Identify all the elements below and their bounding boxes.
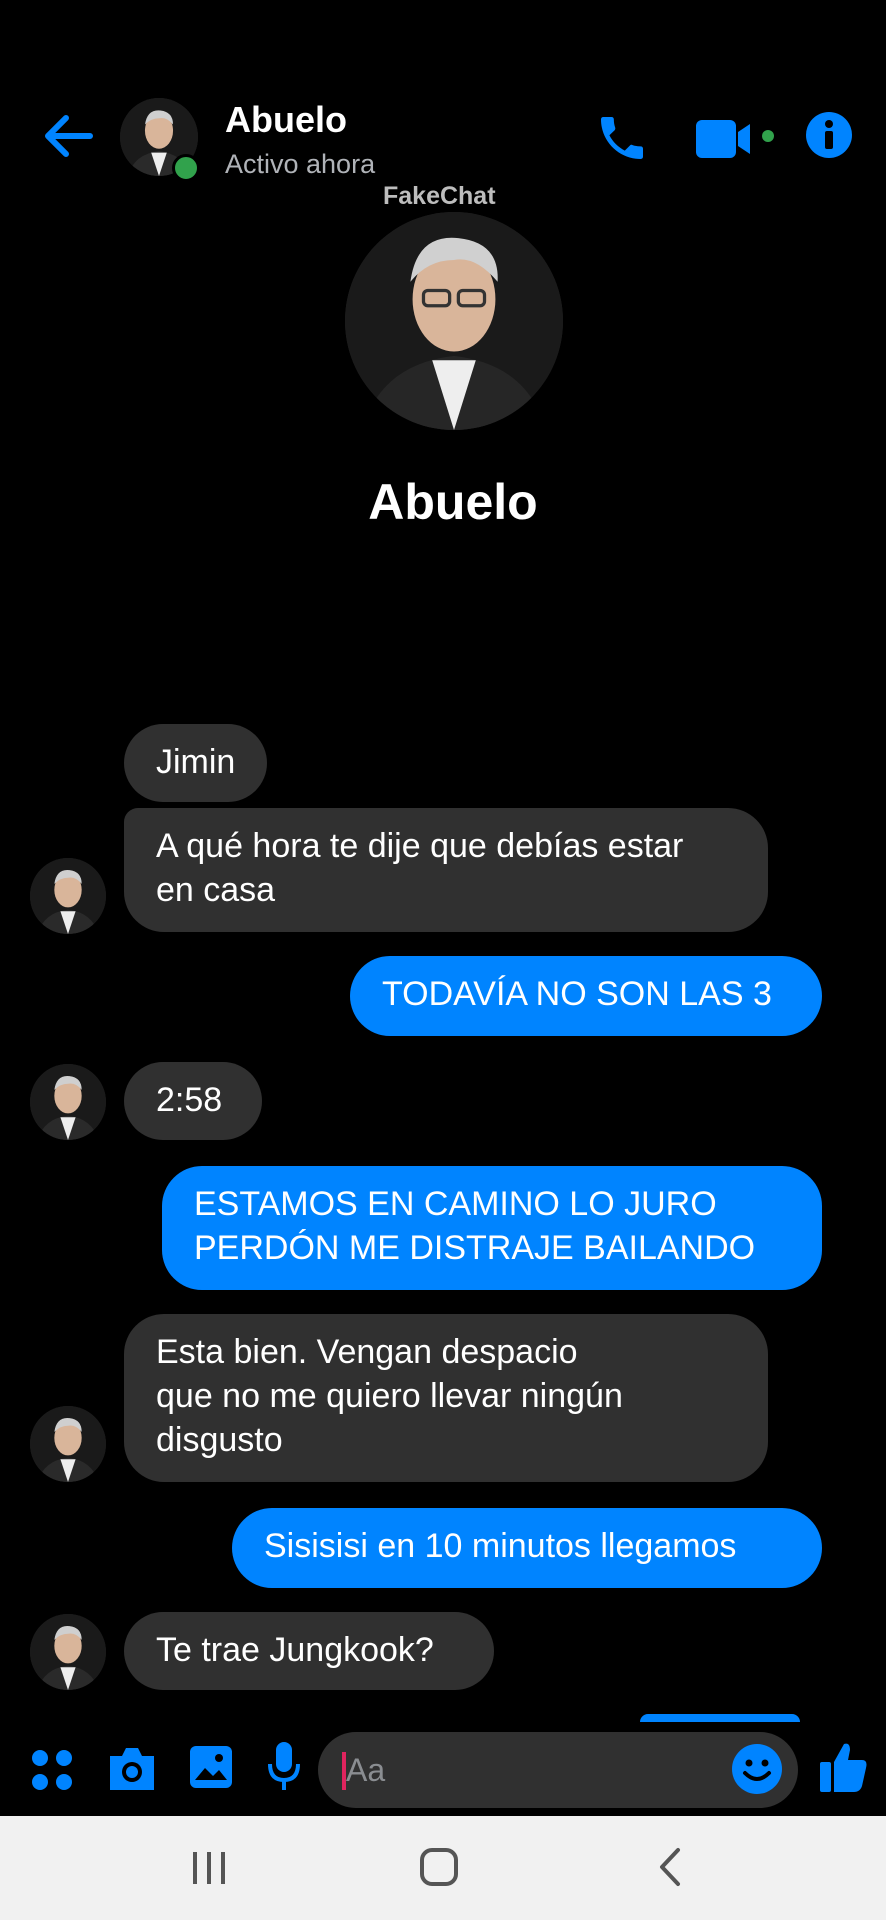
contact-avatar[interactable] — [30, 1614, 106, 1690]
back-icon[interactable] — [652, 1846, 688, 1888]
gallery-icon[interactable] — [188, 1744, 234, 1790]
message-text: que no me quiero llevar ningún — [156, 1377, 623, 1415]
message-input[interactable] — [318, 1732, 798, 1808]
microphone-icon[interactable] — [264, 1740, 304, 1794]
phone-icon[interactable] — [594, 110, 650, 166]
incoming-message[interactable]: 2:58 — [124, 1062, 262, 1140]
incoming-message[interactable]: Jimin — [124, 724, 268, 802]
back-arrow-icon[interactable] — [40, 108, 96, 164]
video-camera-icon[interactable] — [694, 114, 774, 164]
apps-grid-icon[interactable] — [30, 1748, 74, 1792]
thumbs-up-icon[interactable] — [818, 1740, 868, 1794]
contact-avatar[interactable] — [30, 1064, 106, 1140]
online-status-dot — [172, 154, 200, 182]
message-text: A qué hora te dije que debías estar — [156, 827, 684, 865]
message-text: Te trae Jungkook? — [156, 1631, 434, 1669]
profile-name: Abuelo — [368, 474, 538, 530]
message-text: TODAVÍA NO SON LAS 3 — [382, 975, 772, 1013]
header-active-status: Activo ahora — [225, 149, 376, 179]
profile-avatar[interactable] — [345, 212, 563, 430]
message-text: 2:58 — [156, 1081, 223, 1119]
header-contact-name[interactable]: Abuelo — [225, 100, 347, 140]
message-text: PERDÓN ME DISTRAJE BAILANDO — [194, 1229, 756, 1267]
fakechat-watermark: FakeChat — [383, 182, 496, 210]
incoming-message[interactable]: A qué hora te dije que debías estar en c… — [124, 808, 768, 932]
message-text: en casa — [156, 871, 276, 909]
outgoing-message[interactable]: ESTAMOS EN CAMINO LO JURO PERDÓN ME DIST… — [162, 1166, 822, 1290]
message-text: disgusto — [156, 1421, 283, 1459]
incoming-message[interactable]: Esta bien. Vengan despacio que no me qui… — [124, 1314, 768, 1482]
message-text: Jimin — [156, 743, 236, 781]
incoming-message[interactable]: Te trae Jungkook? — [124, 1612, 494, 1690]
message-text: ESTAMOS EN CAMINO LO JURO — [194, 1185, 717, 1223]
outgoing-message[interactable]: Sisisisi en 10 minutos llegamos — [232, 1508, 822, 1588]
message-text: Esta bien. Vengan despacio — [156, 1333, 578, 1371]
recent-apps-icon[interactable] — [188, 1848, 230, 1888]
message-input-placeholder: Aa — [346, 1752, 386, 1788]
contact-avatar[interactable] — [30, 858, 106, 934]
info-icon[interactable] — [804, 110, 854, 160]
contact-avatar[interactable] — [30, 1406, 106, 1482]
message-text: Sisisisi en 10 minutos llegamos — [264, 1527, 737, 1565]
home-icon[interactable] — [418, 1846, 460, 1888]
outgoing-message[interactable]: TODAVÍA NO SON LAS 3 — [350, 956, 822, 1036]
camera-icon[interactable] — [106, 1744, 158, 1794]
emoji-icon[interactable] — [730, 1742, 784, 1796]
